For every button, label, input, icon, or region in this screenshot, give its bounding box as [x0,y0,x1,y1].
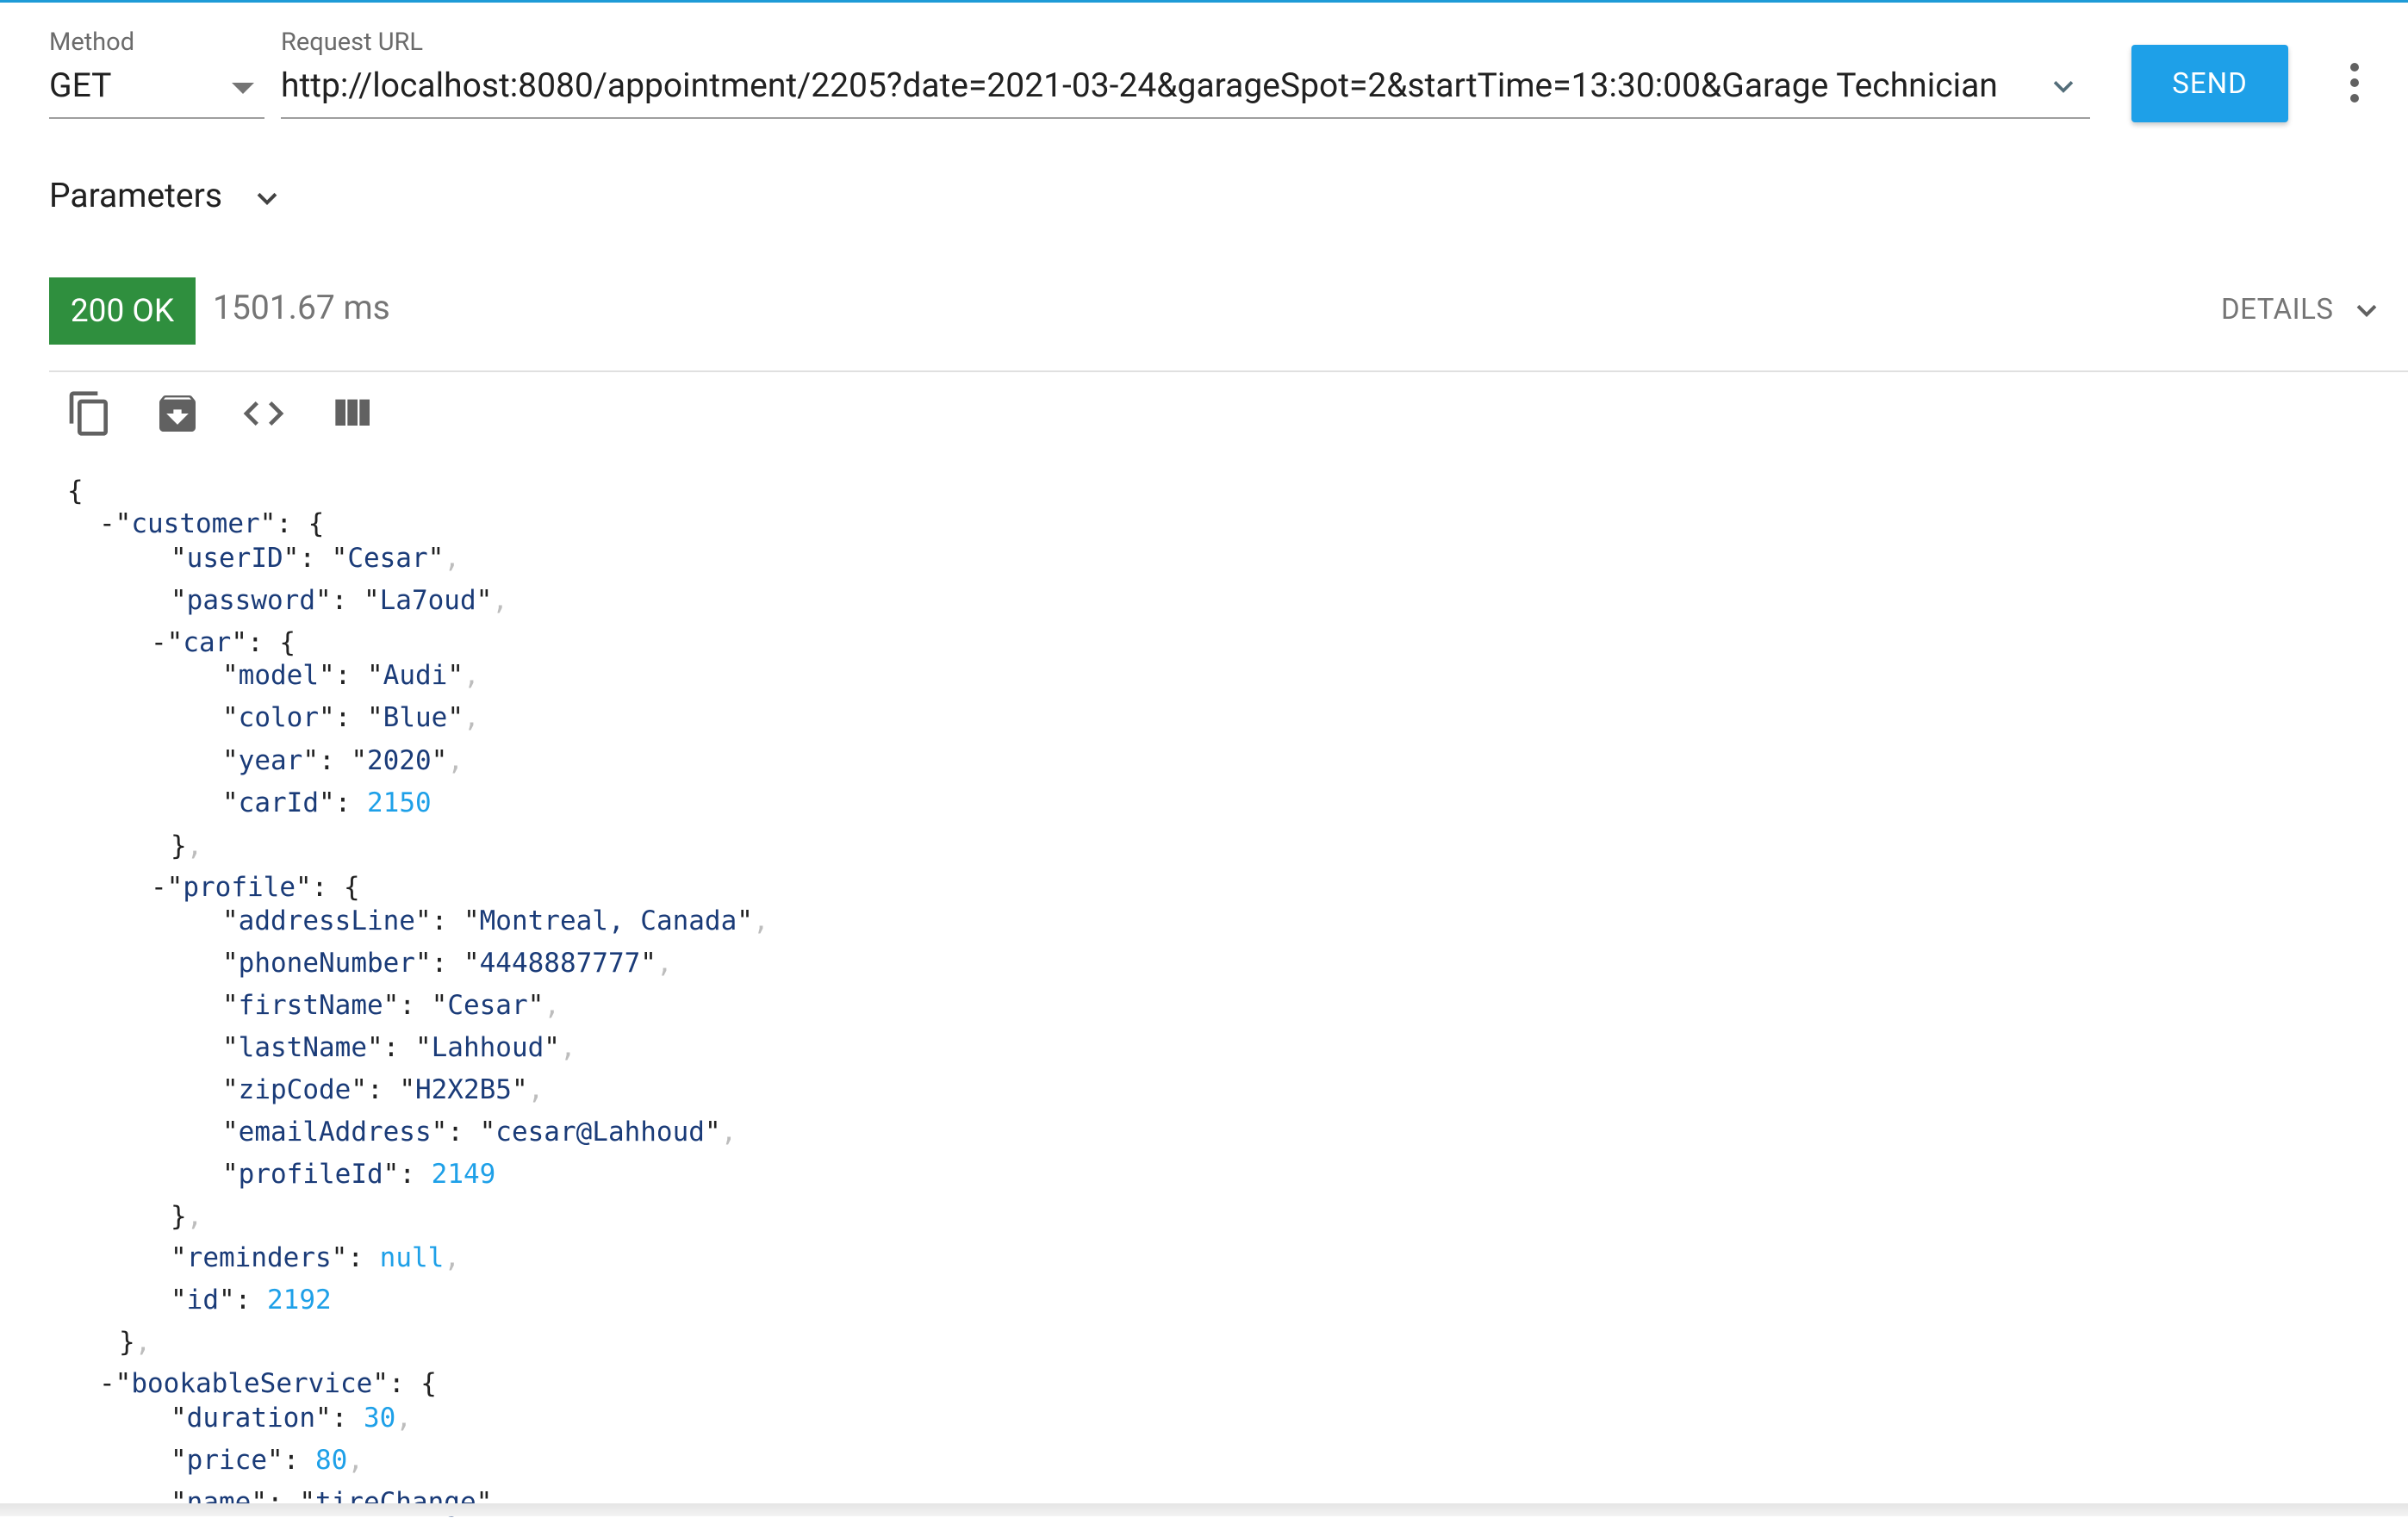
copy-icon[interactable] [65,389,114,438]
response-time: 1501.67 ms [213,288,390,327]
parameters-toggle[interactable]: Parameters [49,172,299,224]
send-button[interactable]: SEND [2131,45,2288,122]
json-brace: { [67,476,84,507]
divider [49,370,2408,372]
json-line: "userID": "Cesar", [171,543,460,574]
json-line-customer: -"customer": { [99,508,325,539]
json-line: "carId": 2150 [222,787,432,818]
parameters-label: Parameters [49,176,222,215]
json-line: "id": 2192 [171,1285,332,1316]
collapse-toggle[interactable]: - [151,627,167,658]
json-line: "year": "2020", [222,745,464,776]
chevron-down-icon [2356,304,2377,318]
bottom-edge [0,1503,2408,1516]
json-line: "addressLine": "Montreal, Canada", [222,905,769,936]
json-line: "zipCode": "H2X2B5", [222,1074,544,1105]
method-label: Method [49,28,135,57]
json-line: "phoneNumber": "4448887777", [222,948,673,979]
json-line: }, [119,1327,152,1358]
status-badge: 200 OK [49,277,196,345]
chevron-down-icon[interactable] [2049,72,2078,102]
details-label: DETAILS [2221,293,2334,327]
json-line: }, [171,831,203,862]
chevron-down-icon [257,192,277,206]
collapse-toggle[interactable]: - [151,872,167,903]
details-toggle[interactable]: DETAILS [2221,289,2385,334]
json-line: "price": 80, [171,1445,364,1476]
url-input[interactable]: http://localhost:8080/appointment/2205?d… [281,60,2090,119]
method-value: GET [49,65,112,105]
json-line: "emailAddress": "cesar@Lahhoud", [222,1117,737,1148]
more-vert-icon[interactable] [2342,60,2368,105]
json-line-profile: -"profile": { [151,872,360,903]
method-select[interactable]: GET [49,60,264,119]
save-icon[interactable] [153,389,202,438]
collapse-toggle[interactable]: - [99,1368,115,1399]
collapse-toggle[interactable]: - [99,508,115,539]
json-line: }, [171,1201,203,1232]
caret-down-icon [232,83,254,94]
json-line: "reminders": null, [171,1242,460,1273]
json-line: "color": "Blue", [222,702,480,733]
json-line: "password": "La7oud", [171,585,508,616]
columns-icon[interactable] [327,389,376,438]
code-icon[interactable] [240,389,288,438]
json-line: "model": "Audi", [222,660,480,691]
top-accent-line [0,0,2408,3]
json-line: "lastName": "Lahhoud", [222,1032,576,1063]
json-line: "firstName": "Cesar", [222,990,560,1021]
json-line-car: -"car": { [151,627,296,658]
url-label: Request URL [281,28,424,57]
json-line-bookable-service: -"bookableService": { [99,1368,437,1399]
json-line: "duration": 30, [171,1403,412,1434]
json-line: "profileId": 2149 [222,1159,496,1190]
url-value: http://localhost:8080/appointment/2205?d… [281,65,1998,105]
